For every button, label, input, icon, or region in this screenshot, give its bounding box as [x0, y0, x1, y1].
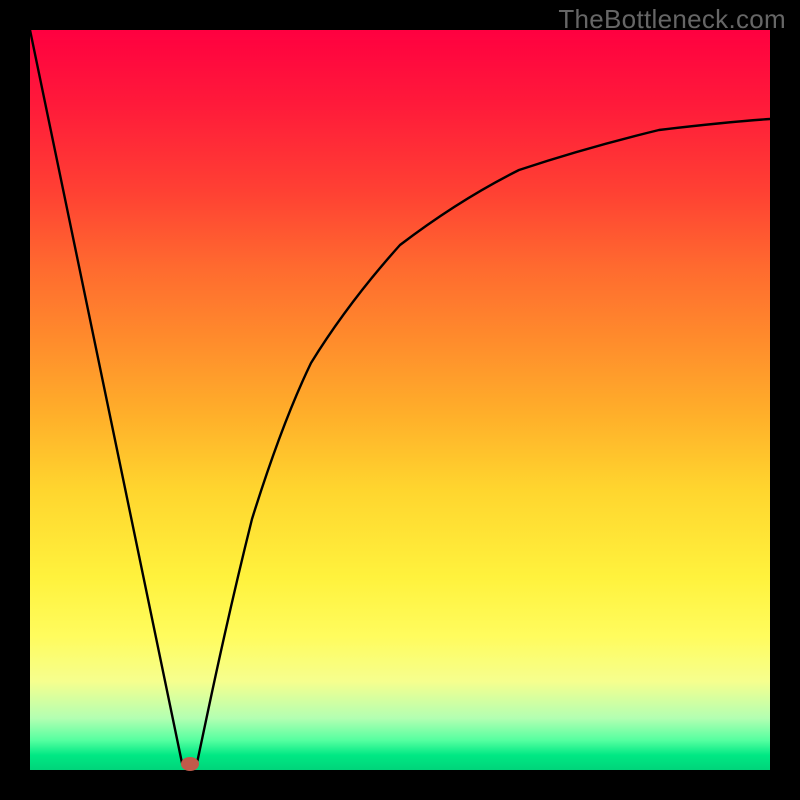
curve-layer	[30, 30, 770, 770]
chart-frame: TheBottleneck.com	[0, 0, 800, 800]
curve-path	[30, 30, 770, 763]
minimum-marker	[181, 757, 199, 771]
watermark-text: TheBottleneck.com	[558, 4, 786, 35]
